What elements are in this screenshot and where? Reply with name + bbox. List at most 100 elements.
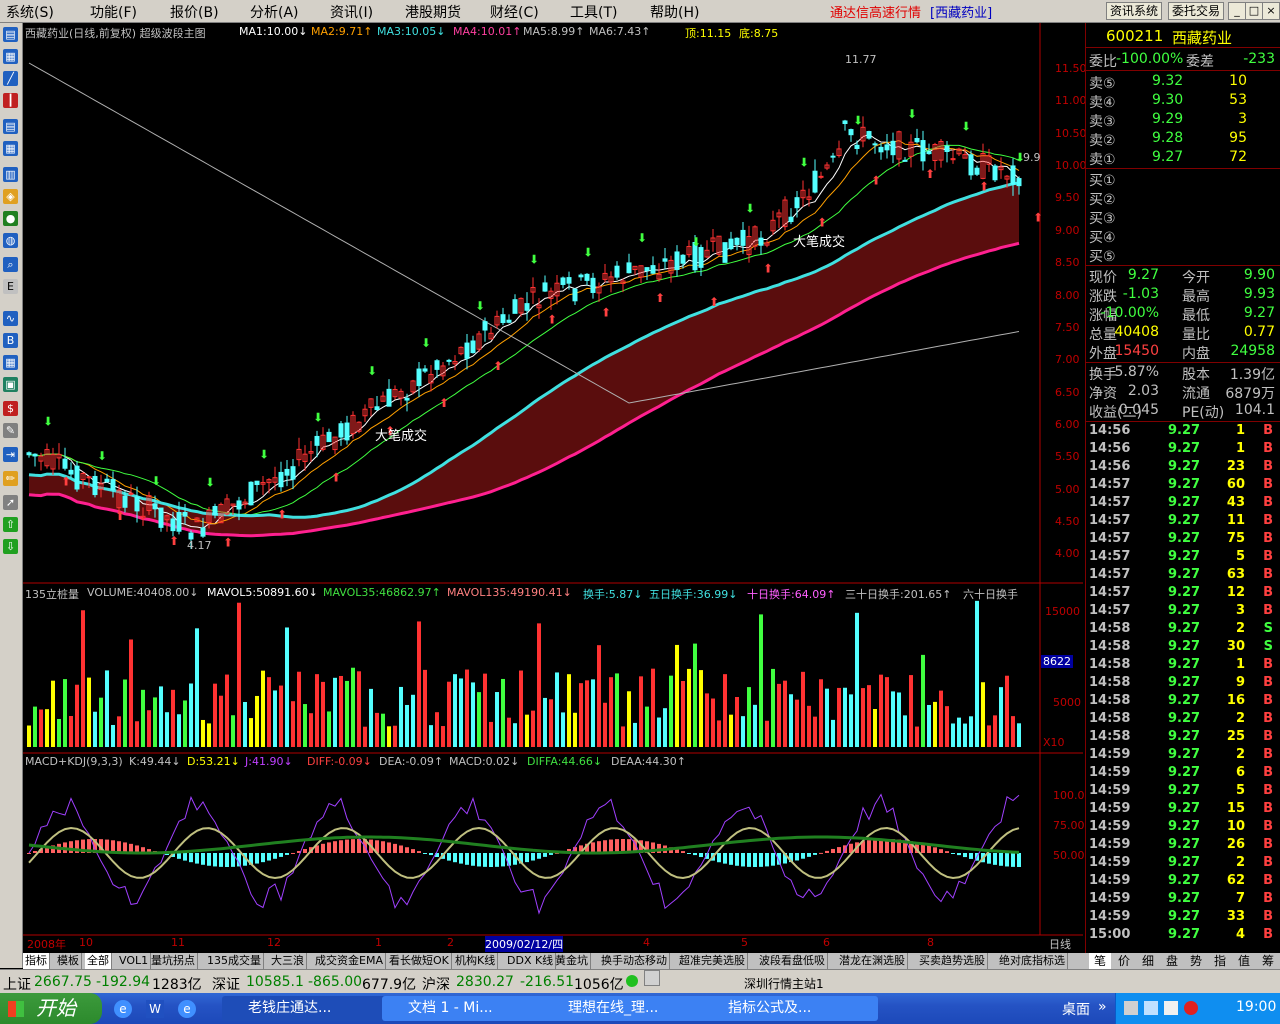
bid-row[interactable]: 买④ [1086, 227, 1280, 246]
minimize-icon[interactable]: _ [1228, 2, 1246, 20]
tick-row[interactable]: 14:59 9.27 62 B [1086, 873, 1280, 891]
tab-indicator-item[interactable]: 大三浪 [269, 953, 307, 969]
ask-row[interactable]: 卖⑤ 9.32 10 [1086, 73, 1280, 92]
tick-row[interactable]: 14:59 9.27 33 B [1086, 909, 1280, 927]
tab-indicator-item[interactable]: 量坑拐点 [149, 953, 198, 969]
tab-vol1[interactable]: VOL1 [117, 953, 152, 969]
tick-row[interactable]: 14:57 9.27 5 B [1086, 549, 1280, 567]
tick-row[interactable]: 14:58 9.27 2 S [1086, 621, 1280, 639]
tab-detail[interactable]: 细 [1137, 953, 1159, 969]
tab-value[interactable]: 值 [1233, 953, 1255, 969]
tab-indicator-item[interactable]: 135成交量 [205, 953, 264, 969]
tick-row[interactable]: 14:56 9.27 1 B [1086, 423, 1280, 441]
tab-ticks[interactable]: 笔 [1089, 953, 1111, 969]
tab-trend[interactable]: 势 [1185, 953, 1207, 969]
tab-indicator-panel[interactable]: 指 [1209, 953, 1231, 969]
tab-all[interactable]: 全部 [85, 953, 112, 969]
tab-indicator-item[interactable]: 波段看盘低吸 [757, 953, 828, 969]
chart-tool-icon[interactable]: ▣ [3, 377, 18, 392]
tab-indicator-item[interactable]: 机构K线 [453, 953, 499, 969]
tab-indicator-item[interactable]: 成交资金EMA [313, 953, 386, 969]
ekey-icon[interactable]: E [3, 279, 18, 294]
tab-orderbook[interactable]: 盘 [1161, 953, 1183, 969]
kline-icon[interactable]: ┃ [3, 93, 18, 108]
menu-system[interactable]: 系统(S) [6, 2, 54, 22]
tick-row[interactable]: 14:57 9.27 63 B [1086, 567, 1280, 585]
tab-template[interactable]: 模板 [55, 953, 82, 969]
tab-indicator-item[interactable]: 绝对底指标选 [997, 953, 1068, 969]
tick-row[interactable]: 14:59 9.27 6 B [1086, 765, 1280, 783]
bsi-icon[interactable]: B [3, 333, 18, 348]
bid-row[interactable]: 买⑤ [1086, 246, 1280, 266]
ask-row[interactable]: 卖① 9.27 72 [1086, 149, 1280, 169]
export-icon[interactable]: ⇥ [3, 447, 18, 462]
tab-indicator-item[interactable]: 潜龙在渊选股 [837, 953, 908, 969]
document-icon[interactable]: ▥ [3, 167, 18, 182]
tick-row[interactable]: 14:56 9.27 23 B [1086, 459, 1280, 477]
tray-icon[interactable] [1124, 1001, 1138, 1015]
tick-row[interactable]: 14:56 9.27 1 B [1086, 441, 1280, 459]
taskbar-app[interactable]: 老钱庄通达... [222, 996, 398, 1021]
grid-icon[interactable]: ▦ [3, 355, 18, 370]
search-icon[interactable]: ⌕ [3, 257, 18, 272]
tick-row[interactable]: 14:59 9.27 26 B [1086, 837, 1280, 855]
tab-indicator-item[interactable]: 超准完美选股 [677, 953, 748, 969]
tab-indicator[interactable]: 指标 [23, 953, 50, 969]
cursor-icon[interactable]: ➚ [3, 495, 18, 510]
tick-row[interactable]: 14:59 9.27 2 B [1086, 747, 1280, 765]
tab-indicator-item[interactable]: DDX K线 [505, 953, 557, 969]
tick-row[interactable]: 14:57 9.27 75 B [1086, 531, 1280, 549]
line-chart-icon[interactable]: ╱ [3, 71, 18, 86]
chevron-right-icon[interactable]: » [1098, 999, 1107, 1015]
trend-icon[interactable]: ∿ [3, 311, 18, 326]
close-icon[interactable]: × [1262, 2, 1280, 20]
quote-list-icon[interactable]: ▤ [3, 27, 18, 42]
pencil-icon[interactable]: ✏ [3, 471, 18, 486]
ask-row[interactable]: 卖② 9.28 95 [1086, 130, 1280, 149]
tab-indicator-item[interactable]: 看长做短OK [387, 953, 452, 969]
split-screen-icon[interactable]: ▦ [3, 49, 18, 64]
tick-row[interactable]: 15:00 9.27 4 B [1086, 927, 1280, 945]
ask-row[interactable]: 卖④ 9.30 53 [1086, 92, 1280, 111]
ie-icon[interactable]: e [114, 1000, 132, 1018]
taskbar-app[interactable]: 指标公式及... [702, 996, 878, 1021]
people-icon[interactable]: ● [3, 211, 18, 226]
tab-chips[interactable]: 筹 [1257, 953, 1279, 969]
tick-row[interactable]: 14:58 9.27 16 B [1086, 693, 1280, 711]
tick-row[interactable]: 14:58 9.27 2 B [1086, 711, 1280, 729]
chart-area[interactable]: ⬇ ⬆ ⬇ ⬆ ⬇ ⬆ ⬇ ⬆ ⬇ ⬆ ⬇ ⬆ ⬇ ⬆ ⬇ ⬆ ⬇ ⬆ ⬇ ⬆ ⬇ ⬆ ⬇ ⬆ ⬇ ⬆ ⬇ ⬆ ⬇ ⬆ ⬇ ⬆ ⬇ ⬆ ⬇ ⬆ ⬇ ⬆ 西… [23, 23, 1087, 953]
arrow-up-icon[interactable]: ⇧ [3, 517, 18, 532]
tab-indicator-item[interactable]: 黄金坑 [553, 953, 591, 969]
tray-icon[interactable] [1164, 1001, 1178, 1015]
start-button[interactable]: 开始 [0, 993, 102, 1024]
tick-row[interactable]: 14:57 9.27 60 B [1086, 477, 1280, 495]
tick-row[interactable]: 14:59 9.27 10 B [1086, 819, 1280, 837]
tick-row[interactable]: 14:58 9.27 30 S [1086, 639, 1280, 657]
tick-row[interactable]: 14:57 9.27 11 B [1086, 513, 1280, 531]
restore-icon[interactable]: □ [1245, 2, 1263, 20]
info-system-button[interactable]: 资讯系统 [1106, 2, 1163, 20]
server-name[interactable]: 深圳行情主站1 [744, 975, 824, 992]
menu-finance[interactable]: 财经(C) [490, 2, 539, 22]
word-icon[interactable]: W [146, 1000, 164, 1018]
tool-icon[interactable]: ✎ [3, 423, 18, 438]
finance-icon[interactable]: ◈ [3, 189, 18, 204]
tick-row[interactable]: 14:59 9.27 7 B [1086, 891, 1280, 909]
trade-button[interactable]: 委托交易 [1168, 2, 1225, 20]
ask-row[interactable]: 卖③ 9.29 3 [1086, 111, 1280, 130]
tick-row[interactable]: 14:59 9.27 5 B [1086, 783, 1280, 801]
tick-row[interactable]: 14:57 9.27 43 B [1086, 495, 1280, 513]
dollar-icon[interactable]: $ [3, 401, 18, 416]
bid-row[interactable]: 买② [1086, 189, 1280, 208]
desktop-toolbar[interactable]: 桌面 [1062, 999, 1090, 1019]
taskbar-app[interactable]: 理想在线_理... [542, 996, 718, 1021]
menu-quote[interactable]: 报价(B) [170, 2, 219, 22]
menu-function[interactable]: 功能(F) [90, 2, 137, 22]
tick-row[interactable]: 14:57 9.27 3 B [1086, 603, 1280, 621]
tray-icon[interactable] [1184, 1001, 1198, 1015]
taskbar-app[interactable]: 文档 1 - Mi... [382, 996, 558, 1021]
report-icon[interactable]: ▤ [3, 119, 18, 134]
tab-price[interactable]: 价 [1113, 953, 1135, 969]
menu-hk-futures[interactable]: 港股期货 [405, 2, 461, 22]
tray-icon[interactable] [1144, 1001, 1158, 1015]
